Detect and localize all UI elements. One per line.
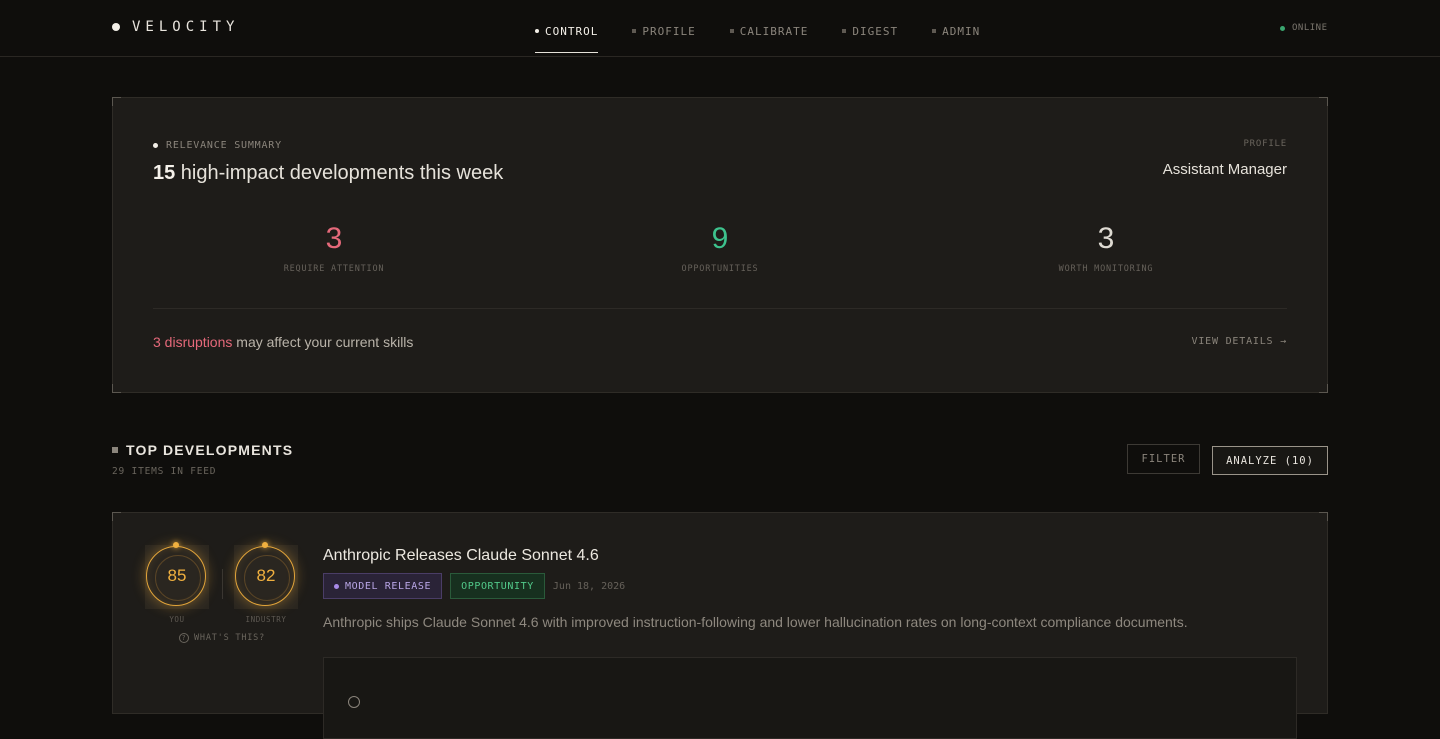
development-title[interactable]: Anthropic Releases Claude Sonnet 4.6 — [323, 547, 599, 565]
development-card[interactable]: 85 YOU 82 INDUSTRY ? WHAT'S THIS? Anthro… — [112, 512, 1328, 739]
stat-require-attention[interactable]: 3 REQUIRE ATTENTION — [214, 222, 454, 274]
stat-label: WORTH MONITORING — [1058, 264, 1154, 274]
help-question-icon: ? — [179, 633, 189, 643]
profile-value: Assistant Manager — [1162, 161, 1287, 178]
disruptions-text: may affect your current skills — [232, 334, 414, 350]
category-dot-icon — [334, 583, 339, 589]
category-tag: MODEL RELEASE — [323, 573, 443, 599]
nav-bullet-icon — [842, 29, 847, 33]
development-tags: MODEL RELEASE OPPORTUNITY Jun 18, 2026 — [323, 573, 625, 599]
top-developments-header: TOP DEVELOPMENTS 29 ITEMS IN FEED — [112, 442, 293, 477]
profile-label: PROFILE — [1243, 139, 1287, 149]
section-square-icon — [112, 447, 118, 453]
stat-opportunities[interactable]: 9 OPPORTUNITIES — [600, 222, 840, 274]
corner-bracket-icon — [1319, 97, 1328, 106]
relevance-summary-card: RELEVANCE SUMMARY 15 high-impact develop… — [112, 97, 1328, 393]
gauge-separator — [222, 569, 223, 599]
category-tag-text: MODEL RELEASE — [345, 580, 432, 592]
top-nav-bar: VELOCITY CONTROL PROFILE CALIBRATE DIGES… — [0, 0, 1440, 57]
stat-label: OPPORTUNITIES — [681, 264, 759, 274]
nav-item-profile[interactable]: PROFILE — [632, 20, 695, 50]
corner-bracket-icon — [112, 384, 121, 393]
summary-label: RELEVANCE SUMMARY — [153, 140, 282, 151]
nav-item-label: ADMIN — [942, 24, 981, 38]
nav-bullet-icon — [729, 29, 734, 33]
whats-this-text: WHAT'S THIS? — [194, 633, 266, 643]
score-ring-dot-icon — [173, 542, 179, 548]
nav-item-admin[interactable]: ADMIN — [932, 20, 980, 50]
score-industry-label: INDUSTRY — [245, 615, 287, 624]
stat-label: REQUIRE ATTENTION — [283, 264, 385, 274]
development-description: Anthropic ships Claude Sonnet 4.6 with i… — [323, 614, 1188, 630]
summary-count: 15 — [153, 162, 176, 184]
nav-item-digest[interactable]: DIGEST — [842, 20, 898, 50]
status-online-dot-icon — [1280, 25, 1285, 31]
feed-count: 29 ITEMS IN FEED — [112, 466, 217, 477]
nav-active-dot-icon — [535, 29, 539, 33]
nav-item-label: CONTROL — [545, 24, 599, 38]
corner-bracket-icon — [1319, 384, 1328, 393]
score-ring-dot-icon — [262, 542, 268, 548]
nav-bullet-icon — [632, 29, 637, 33]
nav-item-label: CALIBRATE — [739, 24, 809, 38]
stat-value: 3 — [325, 222, 343, 255]
filter-button[interactable]: FILTER — [1127, 444, 1200, 474]
brand[interactable]: VELOCITY — [112, 19, 239, 35]
analyze-button[interactable]: ANALYZE (10) — [1212, 446, 1328, 475]
score-you-label: YOU — [169, 615, 185, 624]
brand-name: VELOCITY — [132, 19, 240, 35]
corner-bracket-icon — [112, 97, 121, 106]
nav-item-label: DIGEST — [852, 24, 899, 38]
corner-bracket-icon — [112, 512, 121, 521]
score-you-value: 85 — [167, 566, 187, 585]
summary-label-text: RELEVANCE SUMMARY — [166, 140, 282, 151]
development-detail-panel — [323, 657, 1297, 739]
view-details-link[interactable]: VIEW DETAILS → — [1192, 336, 1288, 347]
stat-worth-monitoring[interactable]: 3 WORTH MONITORING — [986, 222, 1226, 274]
nav-item-calibrate[interactable]: CALIBRATE — [729, 20, 809, 50]
nav-item-control[interactable]: CONTROL — [535, 20, 599, 53]
stat-value: 3 — [1097, 222, 1115, 255]
summary-divider — [153, 308, 1287, 309]
score-industry-gauge: 82 — [234, 542, 298, 609]
summary-headline-text: high-impact developments this week — [175, 162, 504, 184]
section-title: TOP DEVELOPMENTS — [112, 442, 293, 458]
brand-dot-icon — [112, 23, 120, 31]
detail-indicator-icon — [348, 696, 360, 708]
connection-status: ONLINE — [1280, 23, 1328, 33]
type-tag-text: OPPORTUNITY — [461, 580, 534, 592]
nav-item-label: PROFILE — [642, 24, 696, 38]
score-you-gauge: 85 — [145, 542, 209, 609]
disruptions-notice: 3 disruptions may affect your current sk… — [153, 334, 413, 350]
summary-dot-icon — [153, 143, 158, 148]
whats-this-link[interactable]: ? WHAT'S THIS? — [179, 633, 265, 643]
type-tag: OPPORTUNITY — [450, 573, 545, 599]
corner-bracket-icon — [1319, 512, 1328, 521]
disruptions-count: 3 disruptions — [153, 334, 233, 350]
status-label: ONLINE — [1292, 23, 1328, 33]
section-title-text: TOP DEVELOPMENTS — [126, 442, 294, 458]
nav-bullet-icon — [932, 29, 937, 33]
development-date: Jun 18, 2026 — [552, 580, 626, 592]
summary-headline: 15 high-impact developments this week — [153, 162, 503, 185]
stat-value: 9 — [711, 222, 729, 255]
main-nav: CONTROL PROFILE CALIBRATE DIGEST ADMIN — [535, 20, 1014, 53]
score-industry-value: 82 — [256, 566, 276, 585]
